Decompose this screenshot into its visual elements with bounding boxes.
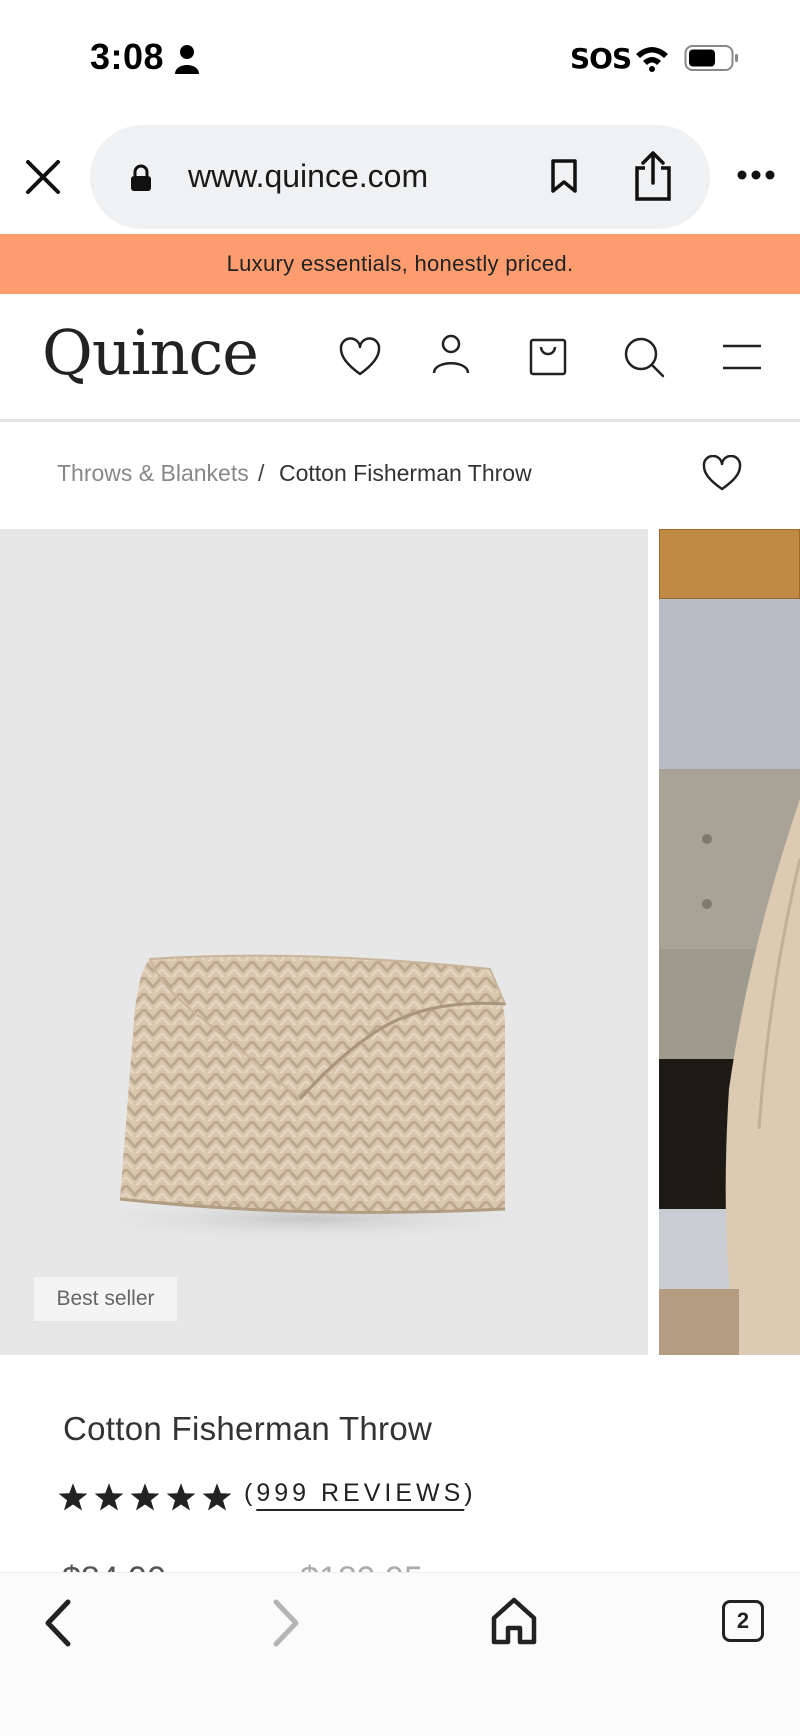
lock-icon: [131, 164, 151, 191]
star-icon: [58, 1483, 88, 1511]
share-icon[interactable]: [632, 150, 674, 202]
person-icon: [175, 45, 199, 74]
more-icon[interactable]: [736, 168, 776, 182]
best-seller-badge: Best seller: [34, 1277, 177, 1321]
status-time: 3:08: [90, 36, 165, 77]
star-rating: [58, 1482, 232, 1514]
status-sos: SOS: [570, 42, 632, 75]
back-icon[interactable]: [40, 1598, 76, 1648]
star-icon: [130, 1483, 160, 1511]
menu-icon[interactable]: [720, 336, 764, 380]
bookmark-icon[interactable]: [550, 158, 578, 194]
promo-banner[interactable]: Luxury essentials, honestly priced.: [0, 234, 800, 294]
folded-throw-image: [60, 954, 560, 1243]
battery-icon: [684, 45, 738, 71]
heart-icon[interactable]: [338, 336, 382, 380]
home-icon[interactable]: [490, 1596, 538, 1646]
star-icon: [94, 1483, 124, 1511]
breadcrumb-separator: /: [258, 460, 265, 486]
bag-icon[interactable]: [526, 334, 570, 378]
quince-logo[interactable]: Quince: [42, 316, 259, 389]
header-divider: [0, 419, 800, 422]
forward-icon[interactable]: [268, 1598, 304, 1648]
search-icon[interactable]: [622, 335, 666, 379]
breadcrumb-current: Cotton Fisherman Throw: [279, 460, 532, 486]
url-text[interactable]: www.quince.com: [188, 158, 428, 195]
star-icon: [202, 1483, 232, 1511]
account-icon[interactable]: [429, 332, 473, 376]
reviews-close: ): [464, 1479, 477, 1507]
reviews-count[interactable]: 999 REVIEWS: [256, 1479, 464, 1507]
tabs-button[interactable]: 2: [722, 1600, 764, 1642]
product-title: Cotton Fisherman Throw: [63, 1410, 433, 1447]
reviews-link[interactable]: (999 REVIEWS): [244, 1479, 477, 1508]
wifi-icon: [636, 47, 668, 72]
browser-toolbar: [0, 1572, 800, 1736]
lifestyle-image: [659, 529, 800, 1355]
product-image-secondary[interactable]: [659, 529, 800, 1355]
product-image-main[interactable]: [0, 529, 648, 1355]
breadcrumb-category[interactable]: Throws & Blankets: [57, 460, 249, 487]
wishlist-heart-icon[interactable]: [702, 455, 742, 493]
reviews-open: (: [244, 1479, 257, 1507]
close-icon[interactable]: [24, 158, 62, 196]
star-icon: [166, 1483, 196, 1511]
